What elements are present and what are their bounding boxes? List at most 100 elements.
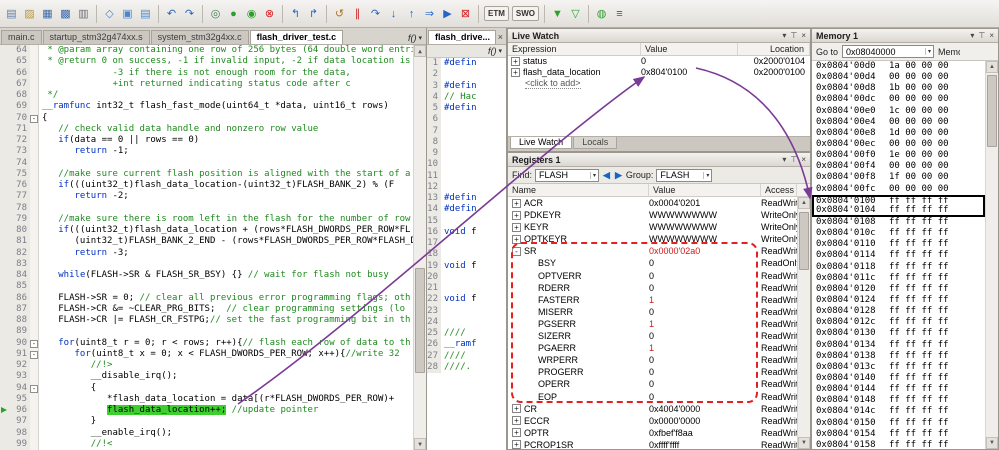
memory-row[interactable]: 0x0804'0130ff ff ff ff	[812, 328, 985, 339]
memory-row[interactable]: 0x0804'013cff ff ff ff	[812, 362, 985, 373]
line-number[interactable]: 11	[427, 171, 441, 182]
memory-row[interactable]: 0x0804'0138ff ff ff ff	[812, 351, 985, 362]
code-line[interactable]: 95 *flash_data_location = data[(r*FLASH_…	[0, 394, 413, 405]
register-row[interactable]: -SR0x0000'02a0ReadWrite	[508, 245, 797, 257]
register-row[interactable]: +KEYRWWWWWWWWWriteOnly	[508, 221, 797, 233]
line-number[interactable]: 87	[9, 304, 30, 315]
watch-row[interactable]: +status00x2000'0104	[508, 56, 810, 67]
find-combo[interactable]: FLASH ▾	[535, 169, 599, 182]
register-row[interactable]: BSY0ReadOnly	[508, 257, 797, 269]
tab-close-icon[interactable]: ×	[496, 32, 506, 44]
memory-row[interactable]: 0x0804'00d01a 00 00 00	[812, 61, 985, 72]
code-line[interactable]: 13#defin	[427, 193, 506, 204]
breakpoint-margin[interactable]	[0, 281, 9, 292]
breakpoint-margin[interactable]	[0, 360, 9, 371]
breakpoint-margin[interactable]	[0, 101, 9, 112]
line-number[interactable]: 94	[9, 383, 30, 394]
register-row[interactable]: +ECCR0x0000'0000ReadWrite	[508, 415, 797, 427]
code-line[interactable]: 28////.	[427, 362, 506, 373]
line-number[interactable]: 21	[427, 283, 441, 294]
code-line[interactable]: 82 return -3;	[0, 248, 413, 259]
code-line[interactable]: 65 * @return 0 on success, -1 if invalid…	[0, 56, 413, 67]
code-line[interactable]: 6	[427, 114, 506, 125]
memory-row[interactable]: 0x0804'00f81f 00 00 00	[812, 172, 985, 183]
line-number[interactable]: 69	[9, 101, 30, 112]
expander-icon[interactable]: +	[512, 404, 521, 413]
code-line[interactable]: 99 //!<	[0, 439, 413, 450]
memory-row[interactable]: 0x0804'0118ff ff ff ff	[812, 262, 985, 273]
line-number[interactable]: 89	[9, 326, 30, 337]
line-number[interactable]: 7	[427, 126, 441, 137]
watch-row[interactable]: +flash_data_location0x804'01000x2000'010…	[508, 67, 810, 78]
line-number[interactable]: 26	[427, 339, 441, 350]
code-line[interactable]: 84 while(FLASH->SR & FLASH_SR_BSY) {} //…	[0, 270, 413, 281]
column-header-location[interactable]: Location	[738, 43, 810, 55]
panel-menu-icon[interactable]: ▾	[782, 31, 786, 40]
line-number[interactable]: 5	[427, 103, 441, 114]
code-line[interactable]: 92 //!>	[0, 360, 413, 371]
code-line[interactable]: 5#defin	[427, 103, 506, 114]
code-line[interactable]: 87 FLASH->CR &= ~CLEAR_PRG_BITS; // clea…	[0, 304, 413, 315]
expander-icon[interactable]: +	[512, 199, 521, 208]
register-row[interactable]: +PCROP1SR0xffff'ffffReadWrite	[508, 439, 797, 449]
compile-button[interactable]: ◉	[243, 5, 260, 22]
line-number[interactable]: 86	[9, 293, 30, 304]
scroll-up-icon[interactable]: ▲	[986, 61, 998, 73]
memory-scrollbar[interactable]: ▲ ▼	[985, 61, 998, 449]
line-number[interactable]: 78	[9, 203, 30, 214]
register-row[interactable]: PGAERR1ReadWrite	[508, 342, 797, 354]
register-row[interactable]: OPERR0ReadWrite	[508, 378, 797, 390]
register-row[interactable]: EOP0ReadWrite	[508, 391, 797, 403]
panel-menu-icon[interactable]: ▾	[782, 155, 786, 164]
breakpoint-margin[interactable]	[0, 56, 9, 67]
go-button[interactable]: ▶	[439, 5, 456, 22]
code-line[interactable]: 88 FLASH->CR |= FLASH_CR_FSTPG;// set th…	[0, 315, 413, 326]
memory-row[interactable]: 0x0804'0114ff ff ff ff	[812, 250, 985, 261]
line-number[interactable]: 88	[9, 315, 30, 326]
scroll-down-icon[interactable]: ▼	[414, 438, 426, 450]
navigate-back-button[interactable]: ↰	[287, 5, 304, 22]
panel-close-icon[interactable]: ×	[801, 155, 806, 164]
line-number[interactable]: 10	[427, 159, 441, 170]
memory-address-combo[interactable]: 0x08040000 ▾	[842, 45, 934, 58]
code-line[interactable]: 12	[427, 182, 506, 193]
code-line[interactable]: 91- for(uint8_t x = 0; x < FLASH_DWORDS_…	[0, 349, 413, 360]
column-header-name[interactable]: Name	[508, 184, 649, 196]
register-row[interactable]: OPTVERR0ReadWrite	[508, 270, 797, 282]
memory-row[interactable]: 0x0804'00e01c 00 00 00	[812, 106, 985, 117]
code-line[interactable]: 79 //make sure there is room left in the…	[0, 214, 413, 225]
line-number[interactable]: 92	[9, 360, 30, 371]
line-number[interactable]: 1	[427, 58, 441, 69]
line-number[interactable]: 18	[427, 249, 441, 260]
memory-row[interactable]: 0x0804'00d81b 00 00 00	[812, 83, 985, 94]
column-header-expression[interactable]: Expression	[508, 43, 641, 55]
step-over-button[interactable]: ↷	[367, 5, 384, 22]
line-number[interactable]: 3	[427, 81, 441, 92]
code-line[interactable]: 93 __disable_irq();	[0, 371, 413, 382]
breakpoint-margin[interactable]	[0, 394, 9, 405]
breakpoint-margin[interactable]	[0, 124, 9, 135]
editor-tab-system-stm32g4xx-c[interactable]: system_stm32g4xx.c	[151, 30, 249, 44]
line-number[interactable]: 22	[427, 294, 441, 305]
code-line[interactable]: 19void f	[427, 261, 506, 272]
panel-pin-icon[interactable]: ⊤	[978, 31, 985, 40]
line-number[interactable]: 68	[9, 90, 30, 101]
breakpoint-margin[interactable]	[0, 428, 9, 439]
print-button[interactable]: ▥	[75, 5, 92, 22]
breakpoint-margin[interactable]	[0, 90, 9, 101]
line-number[interactable]: 67	[9, 79, 30, 90]
code-line[interactable]: 18	[427, 249, 506, 260]
line-number[interactable]: 4	[427, 92, 441, 103]
debug-without-download-button[interactable]: ▽	[567, 5, 584, 22]
line-number[interactable]: 75	[9, 169, 30, 180]
code-line[interactable]: 17	[427, 238, 506, 249]
new-file-button[interactable]: ▤	[3, 5, 20, 22]
break-button[interactable]: ∥	[349, 5, 366, 22]
code-line[interactable]: 16void f	[427, 227, 506, 238]
memory-row[interactable]: 0x0804'00dc00 00 00 00	[812, 94, 985, 105]
breakpoint-margin[interactable]	[0, 371, 9, 382]
code-line[interactable]: 81 (uint32_t)FLASH_BANK_2_END - (rows*FL…	[0, 236, 413, 247]
memory-row[interactable]: 0x0804'011cff ff ff ff	[812, 273, 985, 284]
code-line[interactable]: 7	[427, 126, 506, 137]
find-previous-button[interactable]: ◀	[602, 170, 611, 181]
